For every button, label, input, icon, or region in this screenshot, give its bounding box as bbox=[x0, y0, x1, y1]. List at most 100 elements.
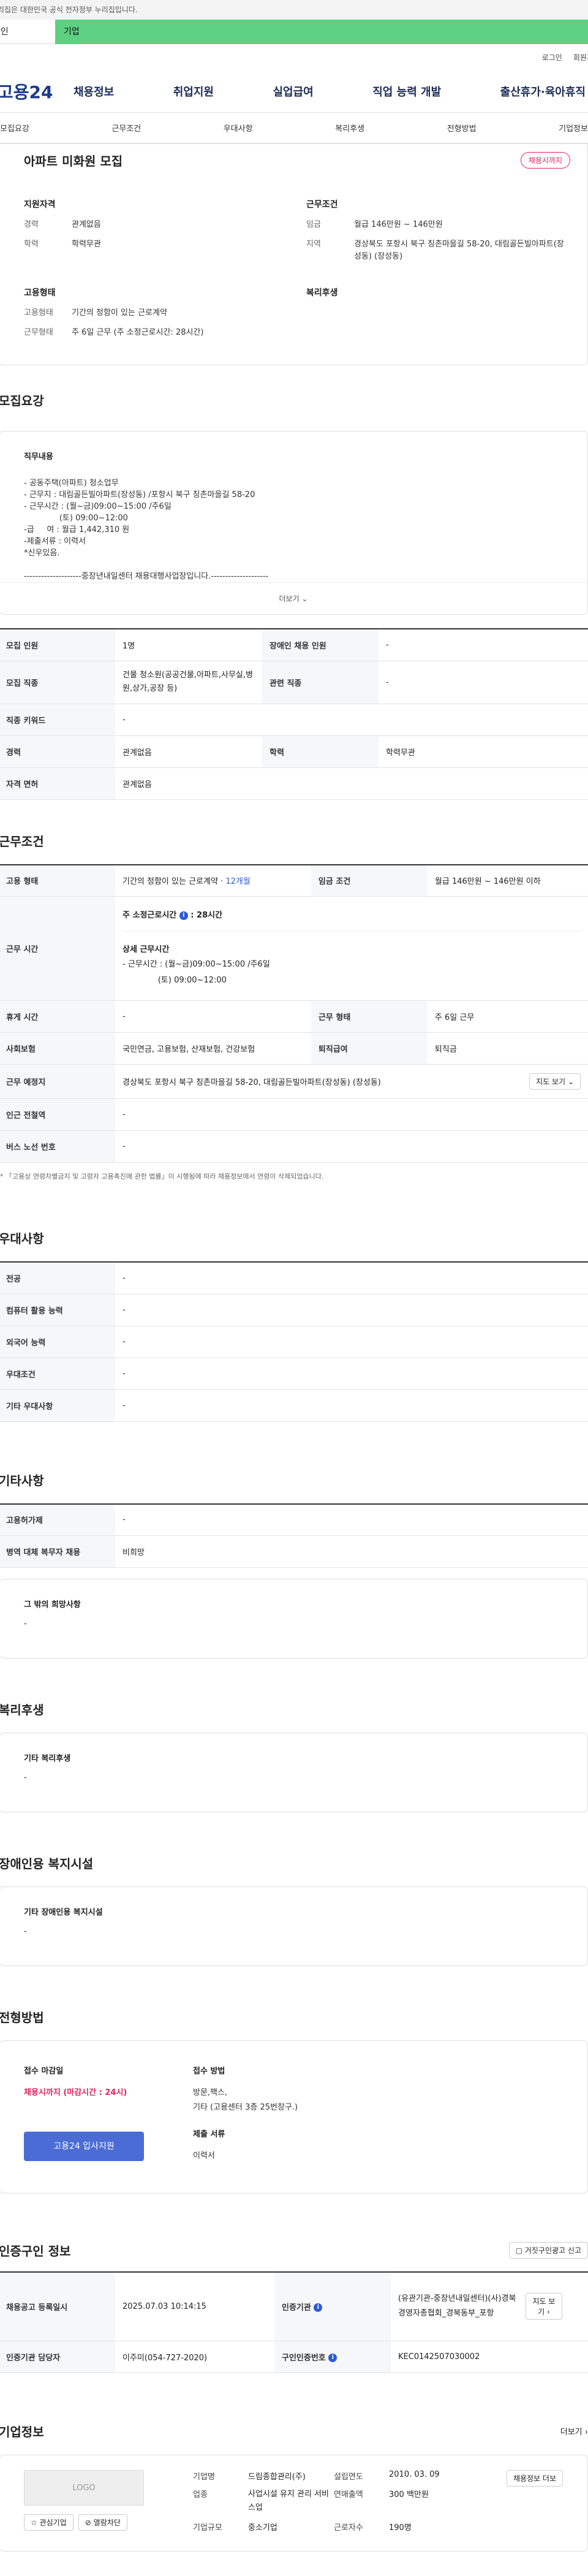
table-row: 사회보험 국민연금, 고용보험, 산재보험, 건강보험 퇴직급여 퇴직금 bbox=[0, 1032, 588, 1065]
block-view-button[interactable]: ⊘ 열람차단 bbox=[78, 2513, 127, 2531]
cell-key: 고용 형태 bbox=[0, 864, 115, 897]
gnb-item-unemployment[interactable]: 실업급여 bbox=[273, 83, 314, 99]
cell-value: - bbox=[115, 1503, 588, 1536]
cell-value: - bbox=[379, 629, 588, 661]
table-row: 기타 우대사항 - bbox=[0, 1389, 588, 1422]
cell-key: 병역 대체 복무자 채용 bbox=[0, 1535, 115, 1568]
cert-map-button[interactable]: 지도 보기 › bbox=[526, 2293, 562, 2320]
info-key: 설립연도 bbox=[334, 2472, 363, 2482]
duty-label: 직무내용 bbox=[24, 452, 53, 462]
summary-conditions: 근무조건 임금 월급 146만원 ~ 146만원 지역 경상북도 포항시 북구 칭촌… bbox=[306, 198, 570, 270]
gnb-menu: 채용정보 취업지원 실업급여 직업 능력 개발 출산휴가·육아휴직 bbox=[74, 83, 588, 99]
tab-company[interactable]: 기업정보 bbox=[559, 122, 588, 134]
top-tab-bar: 개인 기업 bbox=[0, 20, 588, 44]
favorite-company-button[interactable]: ☆ 관심기업 bbox=[24, 2513, 74, 2531]
kv-key: 근무형태 bbox=[24, 328, 53, 337]
section-title-welfare: 복리후생 bbox=[0, 1703, 44, 1717]
more-button[interactable]: 더보기 ⌄ bbox=[0, 582, 587, 614]
other-wishes-label: 그 밖의 희망사항 bbox=[24, 1600, 81, 1609]
report-button[interactable]: ▢ 거짓구인광고 신고 bbox=[508, 2242, 588, 2259]
company-jobs-button[interactable]: 채용정보 더보 bbox=[506, 2469, 563, 2487]
welfare-heading: 복리후생 bbox=[306, 288, 338, 298]
etc-table: 고용허가제 - 병역 대체 복무자 채용 비희망 bbox=[0, 1503, 588, 1568]
cell-key: 자격 면허 bbox=[0, 767, 115, 800]
info-value: 300 백만원 bbox=[389, 2490, 429, 2499]
section-title-etc: 기타사항 bbox=[0, 1473, 44, 1488]
apply-left: 접수 마감일 채용시까지 (마감시간 : 24시) 고용24 입사지원 bbox=[24, 2064, 144, 2170]
table-row: 채용공고 등록일시 2025.07.03 10:14:15 인증기관 i (유관… bbox=[0, 2272, 588, 2341]
cond-heading: 근무조건 bbox=[306, 200, 338, 210]
info-key: 업종 bbox=[193, 2490, 208, 2499]
deadline-label: 접수 마감일 bbox=[24, 2067, 64, 2076]
section-title-work: 근무조건 bbox=[0, 834, 44, 849]
table-row: 고용 형태 기간의 정함이 있는 근로계약 · 12개월 임금 조건 월급 14… bbox=[0, 864, 588, 897]
cell-key: 구인인증번호 i bbox=[274, 2341, 391, 2373]
info-value: 드림종합관리(주) bbox=[248, 2472, 306, 2482]
deadline-value: 채용시까지 (마감시간 : 24시) bbox=[24, 2088, 127, 2097]
cell-key: 관련 직종 bbox=[262, 661, 379, 704]
cell-value: - bbox=[115, 704, 588, 736]
tab-company[interactable]: 기업 bbox=[55, 20, 588, 44]
gnb-item-parental-leave[interactable]: 출산휴가·육아휴직 bbox=[500, 83, 586, 99]
info-key: 연매출액 bbox=[334, 2490, 363, 2499]
method-label: 접수 방법 bbox=[193, 2067, 225, 2076]
contract-months: 12개월 bbox=[225, 877, 251, 887]
welfare-section: 복리후생 기타 복리후생 - bbox=[0, 1700, 588, 1812]
kv-value: 학력무관 bbox=[72, 240, 101, 249]
company-more-link[interactable]: 더보기 › bbox=[560, 2425, 588, 2437]
tab-preferences[interactable]: 우대사항 bbox=[224, 122, 253, 134]
gnb-item-jobs[interactable]: 채용정보 bbox=[74, 83, 114, 99]
table-row: 전공 - bbox=[0, 1262, 588, 1294]
cell-value: 비희망 bbox=[115, 1535, 588, 1568]
cell-value: 1명 bbox=[115, 629, 262, 661]
apply-button[interactable]: 고용24 입사지원 bbox=[24, 2132, 144, 2161]
cell-key: 학력 bbox=[262, 735, 379, 768]
docs-label: 제출 서류 bbox=[193, 2130, 225, 2139]
cell-value: (유관기관-중장년내일센터)(사)경북경영자총협회_경북동부_포항 지도 보기 … bbox=[391, 2272, 588, 2341]
disabled-facility-box: 기타 장애인용 복지시설 - bbox=[0, 1886, 588, 1966]
table-row: 직종 키워드 - bbox=[0, 704, 588, 736]
other-wishes-value: - bbox=[24, 1619, 27, 1628]
chevron-right-icon: › bbox=[547, 2308, 550, 2317]
star-icon: ☆ bbox=[31, 2518, 37, 2527]
login-link[interactable]: 로그인 bbox=[542, 52, 562, 63]
etc-section: 기타사항 고용허가제 - 병역 대체 복무자 채용 비희망 그 밖의 희망사항 - bbox=[0, 1471, 588, 1658]
info-icon[interactable]: i bbox=[328, 2354, 337, 2362]
tab-recruit[interactable]: 모집요강 bbox=[0, 122, 29, 134]
table-row: 우대조건 - bbox=[0, 1358, 588, 1390]
cell-value: 주 소정근로시간 i : 28시간 상세 근무시간 - 근무시간 : (월~금)… bbox=[115, 896, 588, 1001]
tab-welfare[interactable]: 복리후생 bbox=[335, 122, 364, 134]
kv-key: 경력 bbox=[24, 220, 39, 229]
cell-key: 채용공고 등록일시 bbox=[0, 2272, 115, 2341]
cell-value: - bbox=[115, 1326, 588, 1358]
cell-value: 월급 146만원 ~ 146만원 이하 bbox=[427, 864, 588, 897]
join-link[interactable]: 회원가입 bbox=[573, 52, 588, 63]
info-icon[interactable]: i bbox=[179, 911, 188, 920]
kv-key: 임금 bbox=[306, 220, 321, 229]
job-title: 아파트 미화원 모집 bbox=[24, 153, 123, 169]
table-row: 컴퓨터 활용 능력 - bbox=[0, 1294, 588, 1326]
welfare-value: - bbox=[24, 1773, 27, 1782]
cell-key: 모집 인원 bbox=[0, 629, 115, 661]
company-logo: LOGO bbox=[24, 2469, 144, 2506]
deadline-badge: 채용시까지 bbox=[520, 151, 570, 169]
gnb-item-employment-support[interactable]: 취업지원 bbox=[173, 83, 214, 99]
info-icon[interactable]: i bbox=[314, 2303, 323, 2312]
info-value: 190명 bbox=[389, 2523, 412, 2532]
table-row: 자격 면허 관계없음 bbox=[0, 767, 588, 800]
cell-value: 주 6일 근무 bbox=[427, 1000, 588, 1033]
chevron-down-icon: ⌄ bbox=[301, 595, 308, 603]
tab-work-conditions[interactable]: 근무조건 bbox=[111, 122, 141, 134]
cell-key: 임금 조건 bbox=[311, 864, 428, 897]
map-button[interactable]: 지도 보기 ⌄ bbox=[529, 1073, 581, 1090]
kv-key: 고용형태 bbox=[24, 308, 53, 317]
cell-value: 학력무관 bbox=[379, 735, 588, 768]
section-title-cert: 인증구인 정보 bbox=[0, 2244, 71, 2259]
prefer-section: 우대사항 전공 - 컴퓨터 활용 능력 - 외국어 능력 - 우대조건 - 기타 우대사… bbox=[0, 1229, 588, 1422]
info-value: 2010. 03. 09 bbox=[389, 2469, 440, 2479]
tab-personal[interactable]: 개인 bbox=[0, 20, 55, 44]
tab-selection[interactable]: 전형방법 bbox=[447, 122, 477, 134]
site-logo[interactable]: 고용24 bbox=[0, 79, 74, 104]
cell-key: 모집 직종 bbox=[0, 661, 115, 704]
gnb-item-training[interactable]: 직업 능력 개발 bbox=[372, 83, 441, 99]
